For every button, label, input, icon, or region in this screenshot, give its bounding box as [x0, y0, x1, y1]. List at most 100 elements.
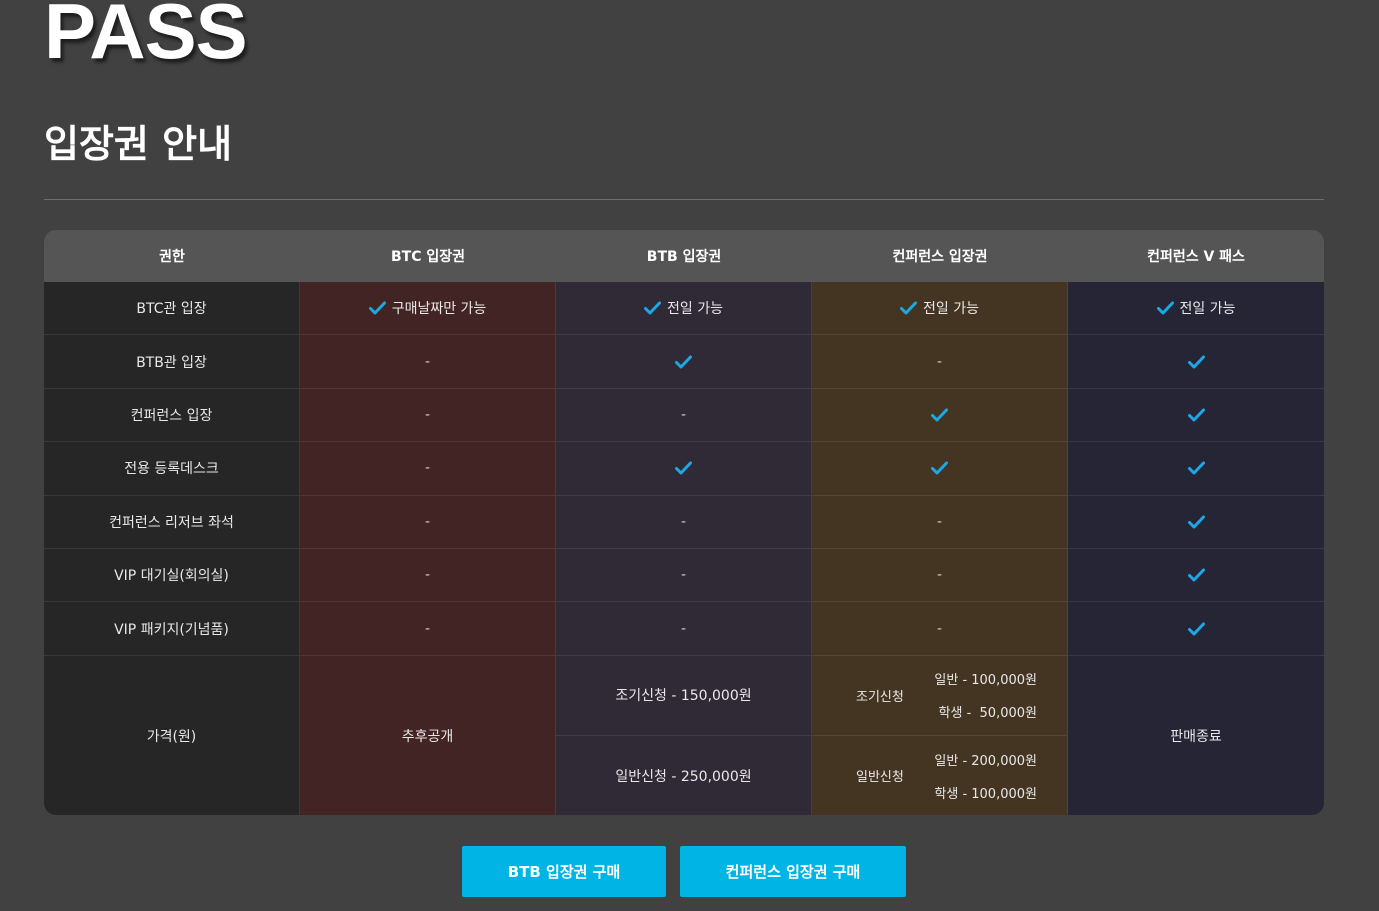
price-conference-regular: 일반신청 일반 - 200,000원학생 - 100,000원	[812, 735, 1068, 815]
checkmark-icon	[931, 408, 948, 422]
row-label: BTB관 입장	[44, 335, 300, 389]
cell-text: 구매날짜만 가능	[391, 301, 487, 318]
cell-conference: 전일 가능	[812, 282, 1068, 336]
price-general: 일반 - 200,000원	[934, 753, 1037, 769]
row-label: BTC관 입장	[44, 282, 300, 336]
check-value	[931, 408, 948, 422]
checkmark-icon	[675, 355, 692, 369]
header-btb-pass: BTB 입장권	[556, 230, 812, 282]
cell-dash: -	[424, 406, 431, 423]
checkmark-icon	[900, 301, 917, 315]
checkmark-icon	[1187, 355, 1205, 369]
cell-btc: 구매날짜만 가능	[300, 282, 556, 336]
cell-dash: -	[680, 620, 687, 637]
check-value	[1187, 355, 1205, 369]
cell-conference	[812, 388, 1068, 443]
check-value	[1187, 408, 1205, 422]
checkmark-icon	[1187, 622, 1205, 636]
cell-dash: -	[680, 513, 687, 530]
cell-dash: -	[424, 620, 431, 637]
price-type-label: 일반신청	[856, 770, 904, 786]
cell-btc: -	[300, 335, 556, 389]
cell-btc: -	[300, 495, 556, 549]
price-row-label: 가격(원)	[44, 655, 300, 815]
cell-vpass: 전일 가능	[1068, 282, 1324, 336]
pass-logo: PASS	[44, 0, 248, 75]
cell-vpass	[1068, 602, 1324, 656]
title-divider	[44, 199, 1324, 200]
checkmark-icon	[1187, 408, 1205, 422]
check-value: 구매날짜만 가능	[368, 298, 487, 318]
checkmark-icon	[931, 461, 948, 475]
price-type-label: 조기신청	[856, 689, 904, 705]
check-value: 전일 가능	[644, 298, 723, 318]
cell-dash: -	[424, 460, 431, 477]
cell-btc: -	[300, 442, 556, 496]
cell-text: 전일 가능	[1179, 301, 1236, 318]
header-privilege: 권한	[44, 230, 300, 282]
check-value	[1187, 568, 1205, 582]
price-breakdown: 일반 - 200,000원학생 - 100,000원	[934, 750, 1037, 802]
cell-dash: -	[936, 513, 943, 530]
cell-btb: -	[556, 388, 812, 443]
cell-dash: -	[680, 406, 687, 423]
cell-vpass	[1068, 335, 1324, 389]
price-general: 일반 - 100,000원	[934, 673, 1037, 689]
header-conference-v-pass: 컨퍼런스 V 패스	[1068, 230, 1324, 282]
price-student: 학생 - 50,000원	[938, 706, 1037, 722]
cell-btb	[556, 442, 812, 496]
checkmark-icon	[1187, 515, 1205, 529]
cell-dash: -	[680, 567, 687, 584]
price-vpass: 판매종료	[1068, 655, 1324, 815]
check-value: 전일 가능	[900, 298, 979, 318]
check-value	[675, 355, 692, 369]
row-label: 컨퍼런스 리저브 좌석	[44, 495, 300, 549]
cell-vpass	[1068, 495, 1324, 549]
cell-dash: -	[424, 353, 431, 370]
cell-conference	[812, 442, 1068, 496]
cell-conference: -	[812, 548, 1068, 603]
conference-price-group: 일반신청 일반 - 200,000원학생 - 100,000원	[812, 750, 1067, 802]
check-value	[1187, 622, 1205, 636]
cell-conference: -	[812, 495, 1068, 549]
checkmark-icon	[675, 461, 692, 475]
price-btb-regular: 일반신청 - 250,000원	[556, 735, 812, 815]
price-btc: 추후공개	[300, 655, 556, 815]
price-conference-early: 조기신청 일반 - 100,000원학생 - 50,000원	[812, 655, 1068, 736]
cell-vpass	[1068, 442, 1324, 496]
cell-conference: -	[812, 335, 1068, 389]
header-conference-pass: 컨퍼런스 입장권	[812, 230, 1068, 282]
cell-vpass	[1068, 548, 1324, 603]
header-btc-pass: BTC 입장권	[300, 230, 556, 282]
checkmark-icon	[368, 301, 386, 315]
cell-btb: -	[556, 548, 812, 603]
cell-btb	[556, 335, 812, 389]
cell-dash: -	[936, 353, 943, 370]
cell-btc: -	[300, 388, 556, 443]
cell-btc: -	[300, 548, 556, 603]
check-value	[675, 461, 692, 475]
cell-btb: 전일 가능	[556, 282, 812, 336]
checkmark-icon	[1187, 568, 1205, 582]
row-label: 전용 등록데스크	[44, 442, 300, 496]
checkmark-icon	[644, 301, 661, 315]
page-title: 입장권 안내	[44, 122, 233, 166]
check-value	[1187, 515, 1205, 529]
conference-price-group: 조기신청 일반 - 100,000원학생 - 50,000원	[812, 669, 1067, 721]
buy-conference-pass-button[interactable]: 컨퍼런스 입장권 구매	[680, 846, 906, 897]
cell-btc: -	[300, 602, 556, 656]
row-label: 컨퍼런스 입장	[44, 388, 300, 443]
cell-conference: -	[812, 602, 1068, 656]
checkmark-icon	[1156, 301, 1174, 315]
cell-text: 전일 가능	[667, 301, 723, 318]
pass-comparison-table: 권한 BTC 입장권 BTB 입장권 컨퍼런스 입장권 컨퍼런스 V 패스 BT…	[44, 230, 1324, 815]
cell-dash: -	[936, 567, 943, 584]
cell-text: 전일 가능	[923, 301, 979, 318]
checkmark-icon	[1187, 461, 1205, 475]
check-value: 전일 가능	[1156, 298, 1236, 318]
price-breakdown: 일반 - 100,000원학생 - 50,000원	[934, 669, 1037, 721]
price-student: 학생 - 100,000원	[934, 786, 1037, 802]
buy-btb-pass-button[interactable]: BTB 입장권 구매	[462, 846, 666, 897]
row-label: VIP 대기실(회의실)	[44, 548, 300, 603]
cell-dash: -	[424, 567, 431, 584]
